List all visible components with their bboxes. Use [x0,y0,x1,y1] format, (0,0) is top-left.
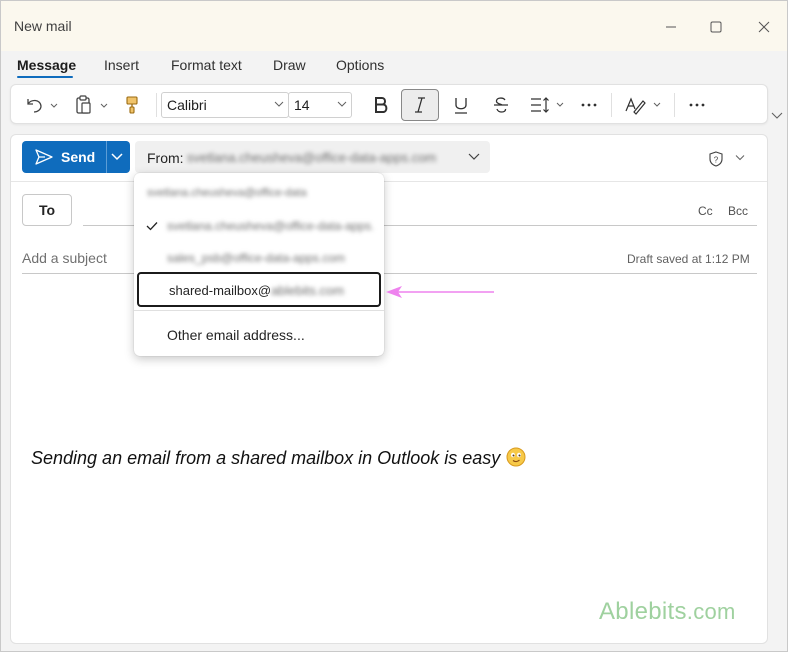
from-option-label: sales_psb@office-data-apps.com [167,251,346,265]
tab-options[interactable]: Options [336,57,384,73]
mail-window: New mail Message Insert Format text Draw… [0,0,788,652]
shared-mailbox-name: shared-mailbox@ [169,283,272,298]
format-painter-icon [126,96,138,114]
from-option-label: shared-mailbox@ablebits.com [169,283,344,298]
ablebits-watermark: Ablebits.com [599,598,736,626]
bold-button[interactable] [369,93,393,117]
format-painter-button[interactable] [119,93,145,117]
ribbon-toolbar: Calibri 14 [10,84,768,124]
toolbar-separator [611,93,612,117]
font-size-select[interactable]: 14 [288,92,352,118]
maximize-icon [710,21,722,33]
line-spacing-icon [531,97,564,113]
font-name-select[interactable]: Calibri [161,92,289,118]
message-body[interactable]: Sending an email from a shared mailbox i… [31,447,526,469]
checkmark-icon [146,222,158,231]
svg-text:?: ? [714,156,719,165]
cc-button[interactable]: Cc [698,204,713,218]
chevron-down-icon [337,101,347,107]
sensitivity-shield-icon[interactable]: ? [708,151,724,167]
editor-button[interactable] [623,93,667,117]
from-option-shared-mailbox[interactable]: shared-mailbox@ablebits.com [137,272,381,307]
italic-button[interactable] [401,89,439,121]
bcc-button[interactable]: Bcc [728,204,748,218]
annotation-arrow-icon [386,286,494,298]
more-options-button[interactable] [685,93,709,117]
maximize-button[interactable] [704,15,728,39]
from-label: From: [147,150,184,166]
editor-pen-icon [625,97,661,115]
toolbar-separator [674,93,675,117]
from-option-primary[interactable]: svetlana.cheusheva@office-data-apps.com [134,211,384,241]
send-options-chevron-icon[interactable] [111,152,123,162]
from-address: svetlana.cheusheva@office-data-apps.com [187,150,437,165]
dropdown-header-text: svetlana.cheusheva@office-data [147,187,307,199]
ribbon-expand-chevron-icon[interactable] [771,111,783,121]
body-text: Sending an email from a shared mailbox i… [31,448,501,468]
compose-pane: Send From: svetlana.cheusheva@office-dat… [10,134,768,644]
from-option-sales[interactable]: sales_psb@office-data-apps.com [134,243,384,273]
tab-message[interactable]: Message [17,57,76,73]
font-name-value: Calibri [167,97,207,113]
subject-field[interactable]: Add a subject [22,250,107,266]
watermark-suffix: .com [686,599,736,624]
tab-format-text[interactable]: Format text [171,57,242,73]
close-icon [758,21,770,33]
window-title: New mail [14,18,72,34]
dropdown-header: svetlana.cheusheva@office-data [134,179,384,209]
tab-draw[interactable]: Draw [273,57,306,73]
font-size-value: 14 [294,97,310,113]
other-email-address-option[interactable]: Other email address... [167,327,305,343]
chevron-down-icon [274,101,284,107]
active-tab-indicator [17,76,73,78]
send-icon [35,149,53,165]
send-label: Send [61,149,96,165]
line-spacing-button[interactable] [528,93,568,117]
from-dropdown-menu: svetlana.cheusheva@office-data svetlana.… [134,173,384,356]
send-divider [106,141,107,173]
toolbar-separator [156,93,157,117]
strikethrough-icon [494,97,508,113]
italic-icon [415,97,425,113]
chevron-down-icon[interactable] [735,154,745,162]
bold-icon [375,97,388,113]
more-icon [581,103,597,107]
strikethrough-button[interactable] [489,93,513,117]
smiley-emoji-icon [506,447,526,467]
from-selector[interactable]: From: svetlana.cheusheva@office-data-app… [135,141,490,173]
title-bar: New mail [1,1,787,51]
more-formatting-button[interactable] [577,93,601,117]
underline-button[interactable] [449,93,473,117]
from-option-label: svetlana.cheusheva@office-data-apps.com [167,219,373,233]
to-button[interactable]: To [22,194,72,226]
ribbon-tabs: Message Insert Format text Draw Options [1,51,787,81]
paste-button[interactable] [73,93,111,117]
more-icon [689,103,705,107]
undo-icon [27,99,58,113]
subject-underline [22,273,757,274]
underline-icon [455,98,467,114]
send-button[interactable]: Send [22,141,130,173]
watermark-brand: Ablebits [599,598,687,625]
chevron-down-icon [468,153,480,160]
close-button[interactable] [752,15,776,39]
minimize-icon [666,26,676,28]
draft-status: Draft saved at 1:12 PM [627,252,750,266]
header-divider [11,181,767,182]
clipboard-icon [76,95,108,114]
shared-mailbox-domain: ablebits.com [271,283,345,298]
undo-button[interactable] [23,93,61,117]
tab-insert[interactable]: Insert [104,57,139,73]
dropdown-separator [134,310,384,311]
minimize-button[interactable] [659,15,683,39]
